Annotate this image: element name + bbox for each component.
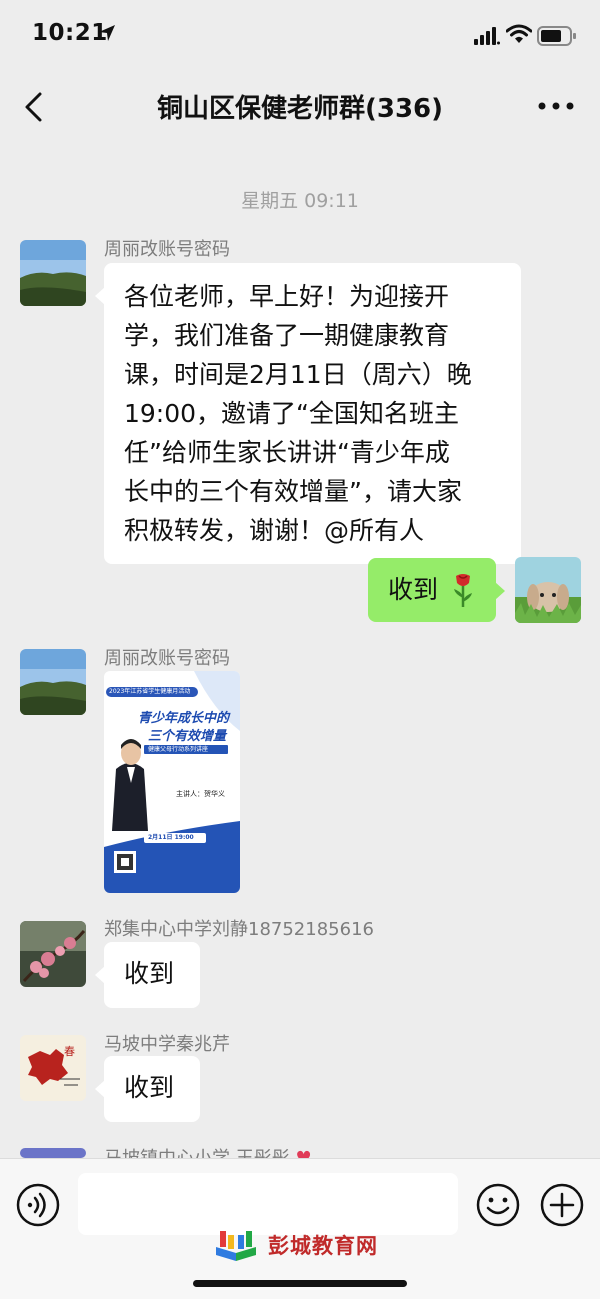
message-line: 长中的三个有效增量”，请大家 (124, 477, 462, 506)
emoji-icon[interactable] (476, 1183, 520, 1227)
message-line: 积极转发，谢谢！@所有人 (124, 516, 425, 545)
status-time: 10:21 (32, 20, 108, 46)
chat-timestamp: 星期五 09:11 (241, 190, 359, 212)
sender-name: 周丽改账号密码 (104, 239, 230, 260)
message-line: 19:00，邀请了“全国知名班主 (124, 399, 459, 428)
message-line: 各位老师，早上好！为迎接开 (124, 282, 450, 311)
landscape-avatar-image (20, 649, 86, 715)
poster-time: 2月11日 19:00 (148, 834, 194, 841)
chat-header: 铜山区保健老师群(336) (0, 72, 600, 142)
plus-icon[interactable] (540, 1183, 584, 1227)
map-calligraphy-avatar-image: 春 (20, 1035, 86, 1101)
more-options-icon[interactable] (536, 94, 576, 118)
cellular-signal-icon (474, 27, 500, 45)
message-bubble[interactable]: 收到 (95, 1056, 200, 1122)
self-message-bubble[interactable]: 收到 (368, 558, 505, 622)
message-text: 收到 (124, 1073, 175, 1102)
chat-title: 铜山区保健老师群(336) (156, 94, 444, 124)
input-bar: 彭城教育网 (0, 1158, 600, 1299)
poster-title-line2: 三个有效增量 (148, 729, 227, 744)
message-line: 课，时间是2月11日（周六）晚 (124, 360, 472, 389)
rabbit-avatar-image (515, 557, 581, 623)
poster-tag: 2023年江苏省学生健康月活动 (109, 688, 191, 695)
heart-icon: ♥ (295, 1148, 311, 1158)
poster-image-message[interactable]: 2023年江苏省学生健康月活动 青少年成长中的 三个有效增量 健康父母行动系列讲… (104, 671, 240, 893)
sender-name: 马坡中学秦兆芹 (104, 1034, 230, 1055)
avatar-image (20, 1148, 86, 1158)
watermark: 彭城教育网 (212, 1225, 378, 1265)
landscape-avatar-image (20, 240, 86, 306)
avatar[interactable]: 春 (20, 1035, 86, 1101)
voice-input-icon[interactable] (16, 1183, 60, 1227)
back-chevron-icon[interactable] (20, 90, 50, 124)
avatar[interactable] (20, 240, 86, 306)
blossom-avatar-image (20, 921, 86, 987)
message-text: 收到 (124, 959, 175, 988)
home-indicator (193, 1280, 407, 1287)
lecture-poster-image (104, 671, 240, 893)
wifi-icon (506, 24, 532, 43)
avatar[interactable] (20, 921, 86, 987)
self-avatar[interactable] (515, 557, 581, 623)
location-arrow-icon (99, 25, 115, 41)
message-line: 学，我们准备了一期健康教育 (124, 321, 450, 350)
avatar[interactable] (20, 649, 86, 715)
message-text: 收到 (388, 575, 439, 604)
sender-name: 周丽改账号密码 (104, 648, 230, 669)
avatar[interactable] (20, 1148, 86, 1158)
svg-text:春: 春 (64, 1045, 75, 1058)
rose-icon (454, 574, 472, 607)
watermark-text: 彭城教育网 (268, 1234, 378, 1258)
book-logo-icon (216, 1231, 256, 1261)
message-line: 任”给师生家长讲讲“青少年成 (124, 438, 450, 467)
poster-subtitle: 健康父母行动系列讲座 (148, 746, 209, 753)
battery-icon (537, 26, 576, 46)
message-bubble[interactable]: 收到 (95, 942, 200, 1008)
sender-name: 郑集中心中学刘静18752185616 (104, 919, 374, 940)
message-bubble[interactable]: 各位老师，早上好！为迎接开 学，我们准备了一期健康教育 课，时间是2月11日（周… (95, 263, 521, 564)
sender-name: 马坡镇中心小学 王彤彤 ♥ (104, 1144, 312, 1158)
poster-speaker: 主讲人：贺华义 (176, 790, 225, 798)
status-bar: 10:21 (0, 0, 600, 72)
poster-title-line1: 青少年成长中的 (138, 711, 230, 726)
